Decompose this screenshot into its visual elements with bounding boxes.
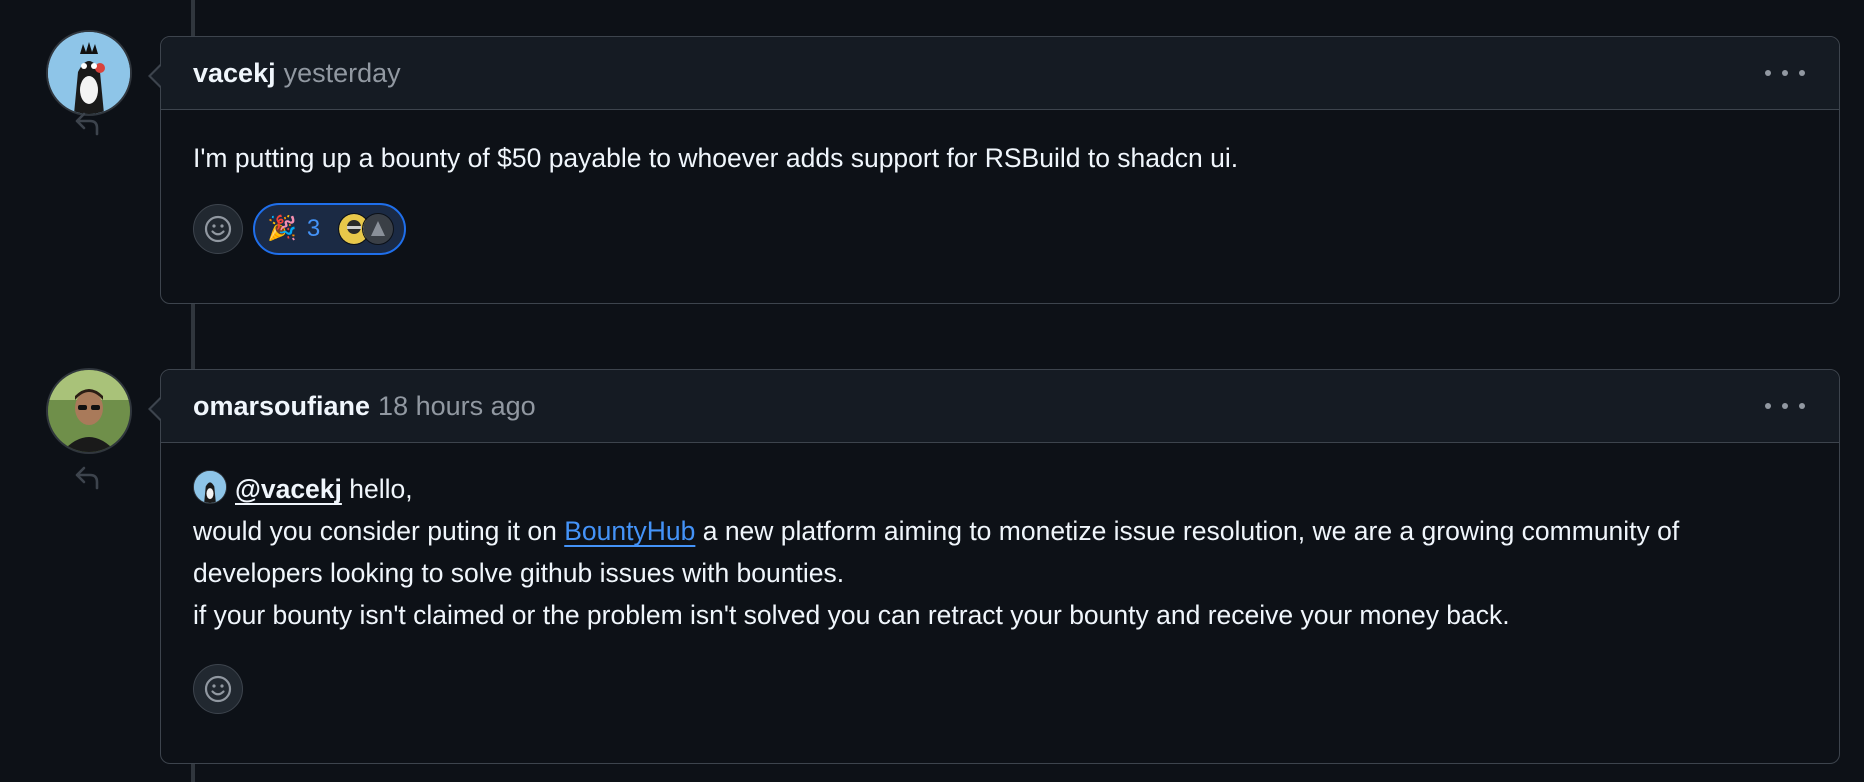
comment-timestamp[interactable]: 18 hours ago <box>378 391 536 422</box>
add-reaction-button[interactable] <box>193 664 243 714</box>
party-popper-icon: 🎉 <box>267 215 297 242</box>
avatar-vacekj-image <box>48 32 130 114</box>
comment-paragraph: would you consider puting it on BountyHu… <box>193 510 1809 594</box>
comment-timestamp[interactable]: yesterday <box>284 58 401 89</box>
comment-header: omarsoufiane 18 hours ago <box>161 370 1839 443</box>
comment-text: I'm putting up a bounty of $50 payable t… <box>193 143 1239 173</box>
mention-avatar <box>193 470 227 504</box>
kebab-horizontal-icon <box>1765 403 1771 409</box>
comment-body: I'm putting up a bounty of $50 payable t… <box>161 110 1839 255</box>
mention-avatar-image <box>194 471 226 503</box>
reaction-row <box>193 664 1809 714</box>
avatar-omarsoufiane-image <box>48 370 130 452</box>
reactor-avatar <box>362 213 395 245</box>
greeting-text: hello, <box>341 474 413 504</box>
kebab-horizontal-icon <box>1765 70 1771 76</box>
reply-icon[interactable] <box>72 462 102 492</box>
reply-icon[interactable] <box>72 108 102 138</box>
reaction-hooray-button[interactable]: 🎉 3 <box>253 203 407 255</box>
kebab-dot <box>1799 403 1805 409</box>
more-options-button[interactable] <box>1765 392 1805 420</box>
kebab-dot <box>1782 403 1788 409</box>
avatar-vacekj[interactable] <box>46 30 132 116</box>
kebab-dot <box>1799 70 1805 76</box>
reaction-row: 🎉 3 <box>193 203 1807 255</box>
smiley-icon <box>204 215 232 243</box>
comment-line-3: if your bounty isn't claimed or the prob… <box>193 600 1510 630</box>
comment-author[interactable]: vacekj <box>193 58 276 89</box>
add-reaction-button[interactable] <box>193 204 243 254</box>
comment-line-1: @vacekj hello, <box>193 468 1809 510</box>
reactor-avatars <box>338 213 395 245</box>
more-options-button[interactable] <box>1765 59 1805 87</box>
user-mention-link[interactable]: @vacekj <box>235 474 342 504</box>
kebab-dot <box>1782 70 1788 76</box>
comment-body: @vacekj hello, would you consider puting… <box>161 443 1839 714</box>
comment-header: vacekj yesterday <box>161 37 1839 110</box>
comment-author[interactable]: omarsoufiane <box>193 391 370 422</box>
reaction-count: 3 <box>306 215 321 242</box>
smiley-icon <box>204 675 232 703</box>
avatar-omarsoufiane[interactable] <box>46 368 132 454</box>
comment-text: would you consider puting it on <box>193 516 565 546</box>
bountyhub-link[interactable]: BountyHub <box>564 516 695 546</box>
comment-vacekj: vacekj yesterday I'm putting up a bounty… <box>148 36 1840 304</box>
comment-omarsoufiane: omarsoufiane 18 hours ago @vacekj hello,… <box>148 369 1840 764</box>
